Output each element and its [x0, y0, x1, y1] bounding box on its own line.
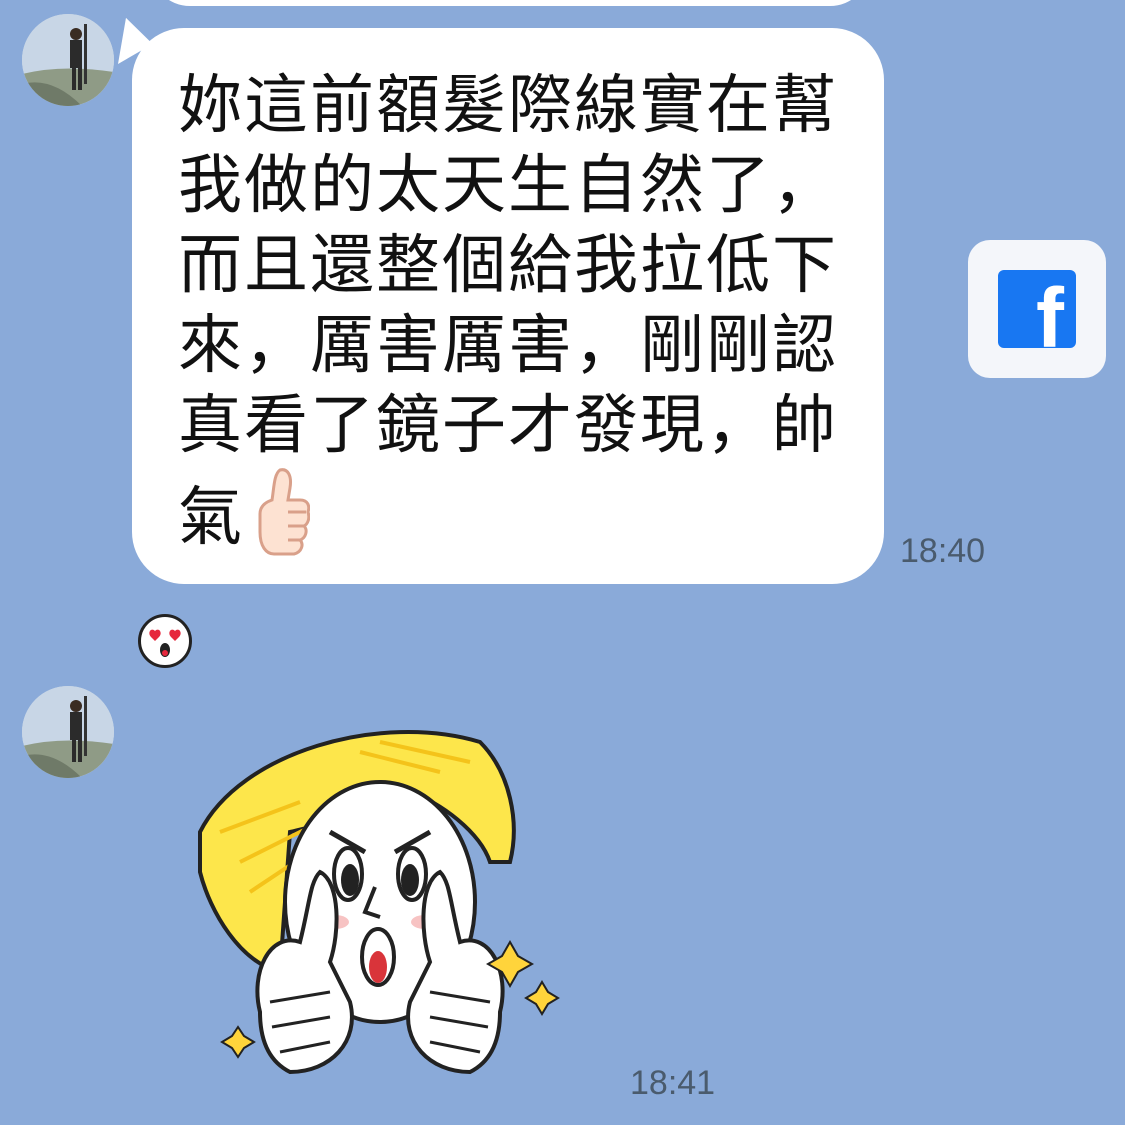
thumbs-up-sticker[interactable] — [180, 712, 580, 1116]
blonde-character-sticker-icon — [198, 730, 560, 1075]
avatar-photo — [22, 14, 114, 106]
heart-eyes-reaction-icon[interactable] — [138, 614, 192, 668]
message-text: 妳這前額髮際線實在幫我做的太天生自然了，而且還整個給我拉低下來，厲害厲害，剛剛認… — [178, 66, 844, 577]
avatar-photo — [22, 686, 114, 778]
message-timestamp: 18:40 — [900, 532, 986, 570]
message-bubble[interactable]: 妳這前額髮際線實在幫我做的太天生自然了，而且還整個給我拉低下來，厲害厲害，剛剛認… — [132, 28, 884, 584]
sticker-timestamp: 18:41 — [630, 1064, 716, 1102]
thumbs-up-icon — [258, 466, 311, 577]
share-button[interactable]: f — [968, 240, 1106, 378]
sender-avatar[interactable] — [22, 14, 114, 106]
facebook-icon: f — [998, 270, 1076, 348]
previous-message-bubble — [150, 0, 870, 6]
sender-avatar[interactable] — [22, 686, 114, 778]
